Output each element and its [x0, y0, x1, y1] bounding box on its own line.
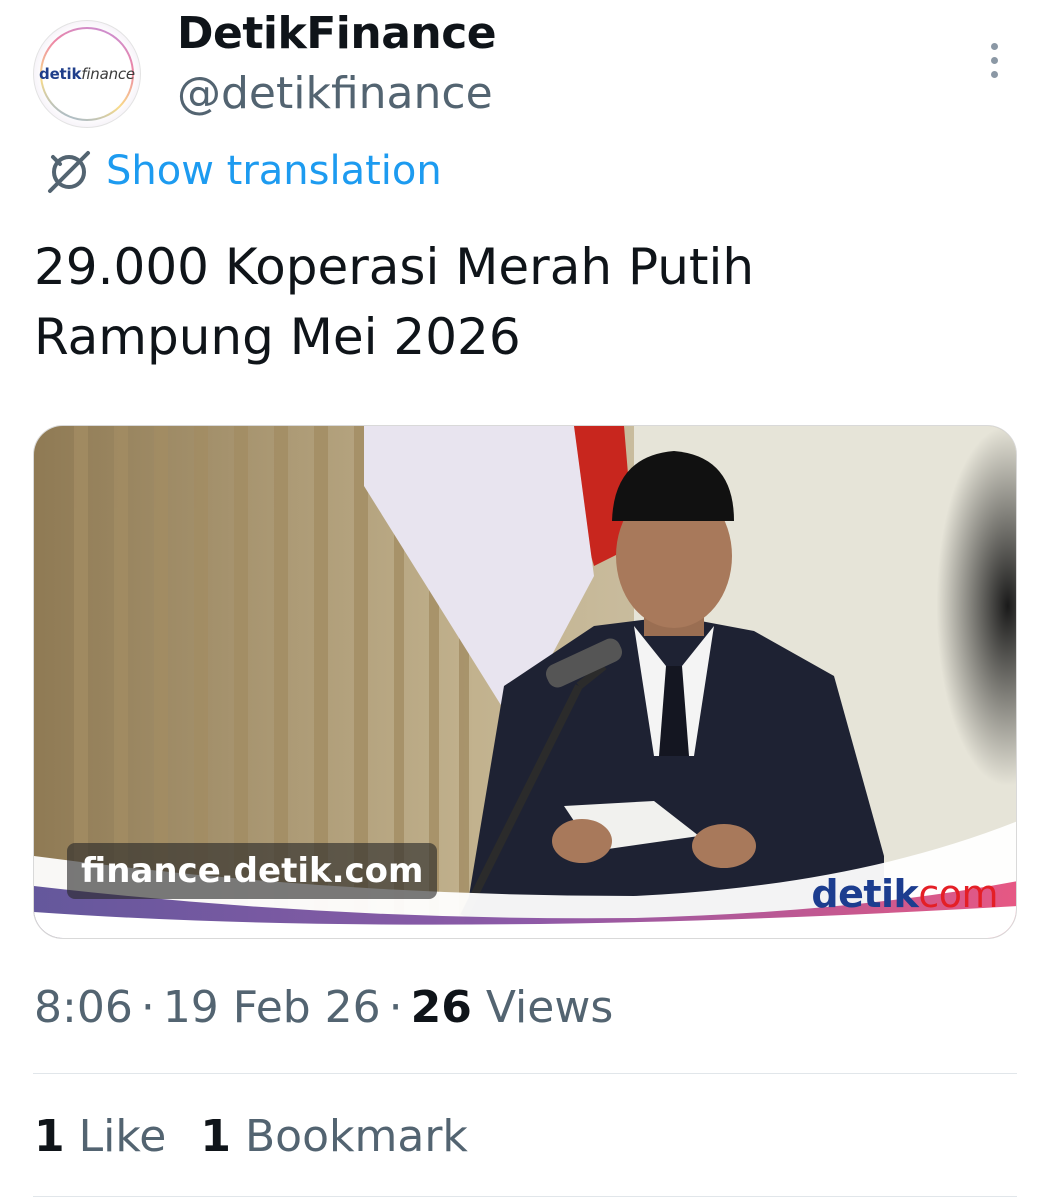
views-count: 26 [410, 982, 472, 1033]
engagement-stats: 1 Like 1 Bookmark [34, 1111, 468, 1162]
bookmarks-label: Bookmark [244, 1111, 468, 1162]
media-brand-logo: detikcom [811, 872, 998, 916]
tweet-meta: 8:06 · 19 Feb 26 · 26 Views [34, 982, 613, 1033]
show-translation-label: Show translation [106, 148, 442, 194]
meta-separator: · [388, 982, 403, 1033]
divider [33, 1073, 1017, 1074]
views-label: Views [485, 982, 614, 1033]
avatar-logo: detikfinance [39, 65, 135, 83]
tweet-time[interactable]: 8:06 [34, 982, 133, 1033]
translate-icon [48, 151, 90, 193]
avatar[interactable]: detikfinance [33, 20, 141, 128]
likes-label: Like [78, 1111, 167, 1162]
author-display-name[interactable]: DetikFinance [177, 8, 497, 59]
media-source-watermark: finance.detik.com [67, 843, 438, 899]
tweet-text: 29.000 Koperasi Merah Putih Rampung Mei … [34, 238, 755, 366]
more-options-icon[interactable] [972, 38, 1016, 82]
likes-count: 1 [34, 1111, 65, 1162]
bookmarks-count: 1 [200, 1111, 231, 1162]
show-translation-link[interactable]: Show translation [44, 145, 442, 197]
divider [33, 1196, 1017, 1197]
tweet-detail: detikfinance DetikFinance @detikfinance … [0, 0, 1049, 1200]
likes-stat[interactable]: 1 Like [34, 1111, 166, 1162]
meta-separator: · [140, 982, 155, 1033]
author-handle[interactable]: @detikfinance [177, 68, 493, 119]
bookmarks-stat[interactable]: 1 Bookmark [200, 1111, 468, 1162]
tweet-media-image[interactable]: finance.detik.com detikcom [33, 425, 1017, 939]
tweet-date[interactable]: 19 Feb 26 [163, 982, 381, 1033]
